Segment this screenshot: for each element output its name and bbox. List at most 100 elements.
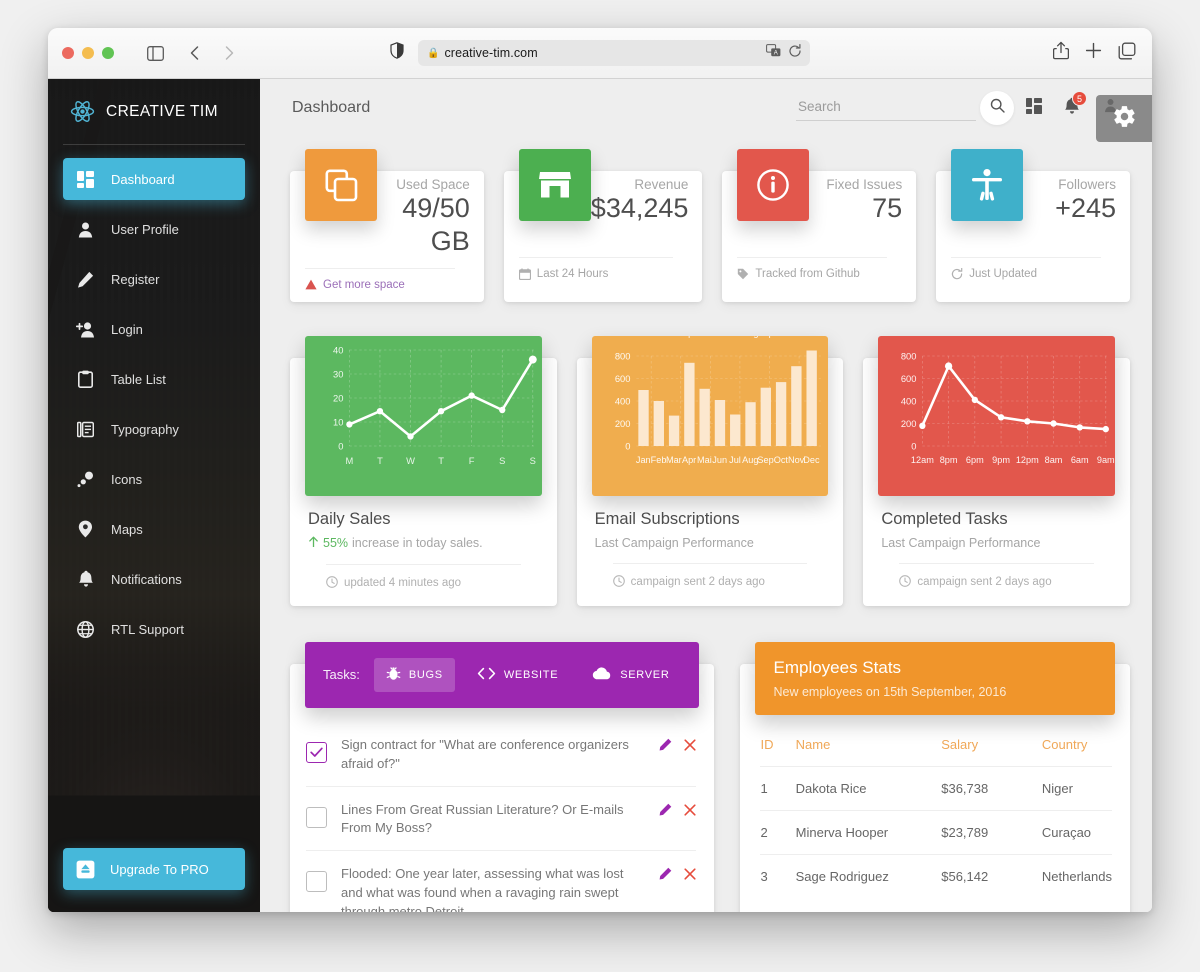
svg-text:W: W [406, 455, 415, 466]
stat-footer: Just Updated [951, 257, 1101, 291]
search-button[interactable] [980, 91, 1014, 125]
tag-icon [737, 268, 749, 280]
svg-text:6pm: 6pm [966, 455, 984, 465]
sidebar-item-maps[interactable]: Maps [63, 508, 245, 550]
sidebar-item-user-profile[interactable]: User Profile [63, 208, 245, 250]
stat-footer: Last 24 Hours [518, 257, 674, 291]
bug-icon [386, 666, 401, 684]
chart-card-email-subscriptions: 800 600 400 200 0 Jan Feb Mar Apr Mai Ju… [576, 335, 844, 606]
bubbles-icon [75, 471, 96, 488]
back-button[interactable] [180, 40, 210, 66]
cell-id: 2 [760, 809, 796, 855]
svg-text:20: 20 [333, 392, 343, 403]
sidebar-item-typography[interactable]: Typography [63, 408, 245, 450]
cell-id: 3 [760, 853, 796, 898]
share-icon[interactable] [1052, 41, 1070, 65]
copy-icon [305, 149, 377, 221]
svg-text:M: M [345, 455, 353, 466]
chart-footer-text: campaign sent 2 days ago [630, 576, 765, 589]
tab-server[interactable]: SERVER [580, 659, 681, 691]
column-header-name: Name [795, 736, 831, 752]
cell-name: Minerva Hooper [795, 809, 942, 855]
stat-footer-text: Tracked from Github [755, 268, 860, 280]
browser-window: 🔒 creative-tim.com A CREATIVE TIM Dashbo… [48, 28, 1152, 912]
globe-icon [75, 620, 96, 638]
stat-footer[interactable]: Get more space [305, 267, 455, 302]
sidebar-item-dashboard[interactable]: Dashboard [63, 158, 245, 200]
stat-cards-row: Used Space 49/50 GB Get more space Reven… [290, 147, 1130, 302]
table-row: 3 Sage Rodriguez $56,142 Netherlands [760, 853, 1112, 898]
sidebar-divider [63, 144, 245, 145]
pencil-icon[interactable] [659, 738, 672, 756]
map-pin-icon [75, 520, 96, 538]
svg-text:Jun: Jun [712, 455, 727, 465]
sidebar-item-label: Dashboard [111, 171, 175, 187]
svg-text:Jan: Jan [636, 336, 651, 338]
close-x-icon[interactable] [684, 738, 697, 756]
svg-text:Mai: Mai [697, 455, 712, 465]
upgrade-to-pro-button[interactable]: Upgrade To PRO [63, 848, 245, 890]
tab-bugs[interactable]: BUGS [373, 657, 455, 692]
stat-label: Followers [1058, 177, 1116, 192]
sidebar-item-notifications[interactable]: Notifications [63, 558, 245, 600]
close-window-button[interactable] [62, 47, 74, 59]
task-checkbox[interactable] [306, 806, 327, 828]
svg-text:200: 200 [901, 418, 917, 429]
svg-text:0: 0 [912, 440, 917, 451]
sidebar-toggle-icon[interactable] [140, 40, 170, 66]
svg-text:Feb: Feb [650, 455, 666, 465]
close-x-icon[interactable] [684, 867, 697, 885]
task-checkbox[interactable] [306, 871, 327, 893]
sidebar-item-label: Login [111, 321, 143, 337]
apps-button[interactable] [1016, 90, 1052, 126]
svg-text:Apr: Apr [682, 455, 696, 465]
sidebar-item-icons[interactable]: Icons [63, 458, 245, 500]
close-x-icon[interactable] [684, 803, 697, 821]
stat-card-fixed-issues: Fixed Issues 75 Tracked from Github [722, 149, 917, 302]
svg-text:600: 600 [615, 373, 631, 384]
settings-button[interactable] [1096, 95, 1152, 142]
sidebar-item-rtl-support[interactable]: RTL Support [63, 608, 245, 650]
plus-icon[interactable] [1085, 42, 1102, 64]
svg-text:Aug: Aug [742, 336, 758, 338]
shield-icon[interactable] [390, 42, 404, 64]
tab-website[interactable]: WEBSITE [465, 659, 570, 691]
stat-value: 75 [872, 193, 903, 223]
svg-text:10: 10 [333, 416, 343, 427]
cell-country: Netherlands [1041, 853, 1112, 898]
tab-label: BUGS [408, 668, 443, 681]
translate-icon[interactable]: A [766, 44, 781, 62]
sidebar-item-table-list[interactable]: Table List [63, 358, 245, 400]
clock-icon [899, 575, 912, 590]
stat-label: Revenue [634, 177, 689, 192]
forward-button[interactable] [214, 40, 244, 66]
task-text: Sign contract for "What are conference o… [341, 736, 629, 771]
sidebar-item-login[interactable]: Login [63, 308, 245, 350]
chart-footer: campaign sent 2 days ago [612, 562, 808, 601]
stat-value: +245 [1055, 193, 1116, 223]
tab-label: WEBSITE [503, 668, 559, 681]
notification-badge: 5 [1072, 91, 1087, 106]
tasks-panel: Tasks: BUGS WEBSITE SERVER Sign contract… [290, 641, 715, 912]
daily-sales-chart: 40 30 20 10 0 M T W T F S S [305, 335, 542, 496]
sidebar-item-register[interactable]: Register [63, 258, 245, 300]
search-input[interactable] [796, 95, 976, 121]
svg-text:0: 0 [625, 440, 630, 451]
sidebar-item-label: Maps [111, 521, 143, 537]
svg-text:S: S [499, 455, 505, 466]
task-checkbox[interactable] [306, 741, 327, 763]
chart-subtitle-prefix: 55% [323, 536, 349, 551]
minimize-window-button[interactable] [82, 47, 94, 59]
pencil-icon[interactable] [659, 867, 672, 885]
pencil-icon[interactable] [659, 803, 672, 821]
main-content: Dashboard Search 5 Used Space 49/50 GB G… [260, 79, 1152, 912]
tabs-overview-icon[interactable] [1118, 42, 1136, 65]
url-text: creative-tim.com [444, 46, 538, 60]
maximize-window-button[interactable] [102, 47, 114, 59]
reload-icon[interactable] [788, 43, 802, 63]
notifications-button[interactable]: 5 [1054, 90, 1090, 126]
brand[interactable]: CREATIVE TIM [48, 79, 260, 144]
chart-subtitle: increase in today sales. [352, 536, 483, 551]
svg-text:800: 800 [615, 350, 631, 361]
address-bar[interactable]: 🔒 creative-tim.com A [418, 40, 810, 66]
